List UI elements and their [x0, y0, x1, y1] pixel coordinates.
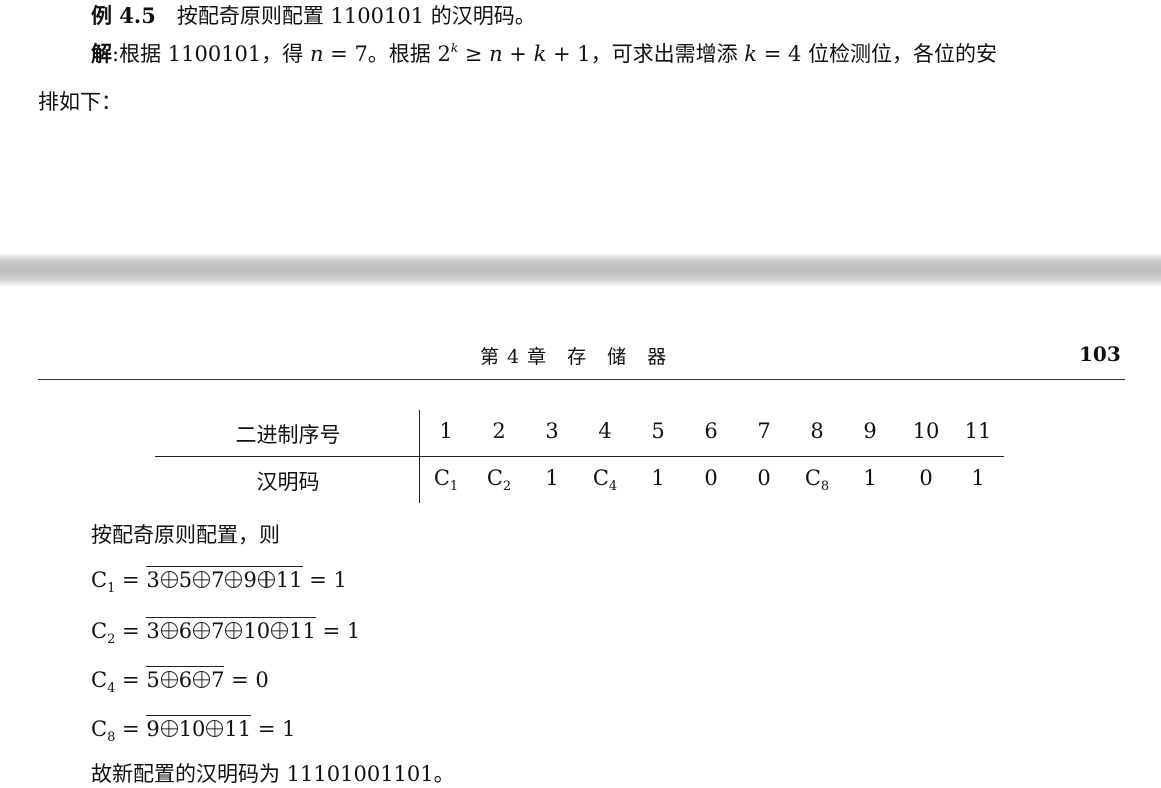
negated-xor-expression: 3 6 7 10 11 [146, 617, 316, 643]
chapter-header: 第 4 章 存 储 器 [480, 346, 668, 368]
xor-icon [160, 571, 178, 588]
code-cell: C2 [486, 466, 512, 494]
code-cell: 0 [919, 466, 933, 490]
negated-xor-expression: 9 10 11 [146, 715, 252, 741]
code-cell: 1 [651, 466, 665, 490]
example-label: 例 4.5 [91, 3, 156, 28]
code-cell: 0 [704, 466, 718, 490]
position-cell: 4 [598, 419, 612, 443]
position-cell: 8 [810, 419, 824, 443]
table-row-label-code: 汉明码 [256, 470, 320, 494]
position-cell: 1 [439, 419, 453, 443]
position-cell: 5 [651, 419, 665, 443]
intro-text: 按配奇原则配置，则 [91, 523, 280, 547]
xor-icon [160, 720, 178, 737]
position-cell: 10 [912, 419, 940, 443]
xor-icon [257, 571, 275, 588]
solution-line-2: 排如下： [38, 90, 122, 114]
code-cell: 0 [757, 466, 771, 490]
position-cell: 3 [545, 419, 559, 443]
table-horizontal-rule [155, 456, 1004, 457]
solution-line-1: 解:根据 1100101，得 n = 7。根据 2k ≥ n + k + 1，可… [91, 41, 997, 66]
xor-icon [160, 622, 178, 639]
code-cell: 1 [971, 466, 985, 490]
code-cell: C1 [433, 466, 459, 494]
parity-equation: C2 = 3 6 7 10 11 = 1 [91, 617, 361, 647]
code-cell: C8 [804, 466, 830, 494]
example-heading: 例 4.5 按配奇原则配置 1100101 的汉明码。 [91, 0, 536, 30]
xor-icon [206, 720, 224, 737]
code-cell: 1 [545, 466, 559, 490]
table-vertical-rule [419, 410, 420, 503]
negated-xor-expression: 3 5 7 9 11 [146, 566, 303, 592]
position-cell: 2 [492, 419, 506, 443]
page-divider [0, 254, 1161, 286]
xor-icon [193, 622, 211, 639]
parity-equation: C4 = 567 = 0 [91, 666, 269, 696]
table-row-label-positions: 二进制序号 [235, 423, 341, 447]
code-cell: C4 [592, 466, 618, 494]
xor-icon [193, 671, 211, 688]
code-cell: 1 [863, 466, 877, 490]
header-rule [38, 379, 1125, 380]
page-number: 103 [1079, 342, 1121, 366]
xor-icon [160, 671, 178, 688]
xor-icon [225, 622, 243, 639]
solution-label: 解 [91, 41, 112, 66]
position-cell: 7 [757, 419, 771, 443]
parity-equation: C8 = 9 10 11 = 1 [91, 715, 296, 745]
negated-xor-expression: 567 [146, 666, 225, 692]
conclusion-text: 故新配置的汉明码为 11101001101。 [91, 762, 455, 786]
xor-icon [225, 571, 243, 588]
position-cell: 6 [704, 419, 718, 443]
xor-icon [271, 622, 289, 639]
example-text: 按配奇原则配置 1100101 的汉明码。 [176, 4, 536, 28]
xor-icon [193, 571, 211, 588]
position-cell: 11 [964, 419, 992, 443]
parity-equation: C1 = 3 5 7 9 11 = 1 [91, 566, 347, 596]
position-cell: 9 [863, 419, 877, 443]
